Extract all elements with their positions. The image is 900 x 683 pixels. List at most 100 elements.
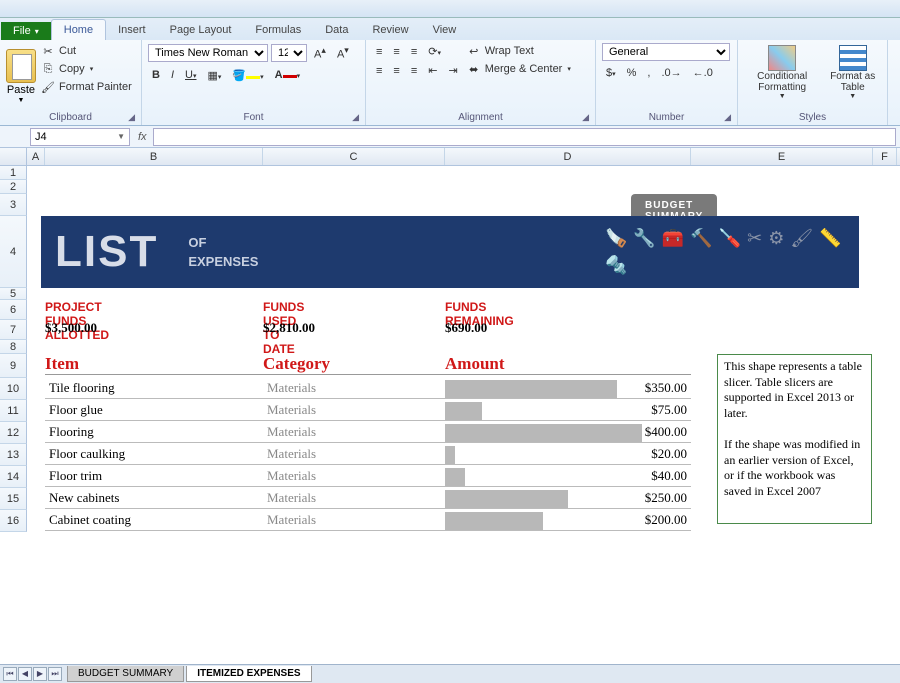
- number-format-select[interactable]: General: [602, 43, 730, 61]
- align-middle-button[interactable]: ≡: [389, 44, 403, 60]
- align-top-button[interactable]: ≡: [372, 44, 386, 60]
- merge-center-button[interactable]: ⬌Merge & Center▾: [466, 61, 571, 77]
- paste-button[interactable]: Paste ▼: [6, 43, 36, 110]
- percent-button[interactable]: %: [623, 65, 641, 81]
- amount-cell[interactable]: $350.00: [445, 378, 691, 399]
- increase-decimal-button[interactable]: .0→: [657, 65, 685, 81]
- comma-button[interactable]: ,: [643, 65, 654, 81]
- cut-button[interactable]: ✂Cut: [40, 43, 132, 59]
- col-item-header[interactable]: Item: [45, 354, 263, 375]
- col-category-header[interactable]: Category: [263, 354, 445, 375]
- col-header-E[interactable]: E: [691, 148, 873, 165]
- tab-home[interactable]: Home: [51, 19, 106, 40]
- tab-view[interactable]: View: [421, 20, 469, 40]
- col-header-C[interactable]: C: [263, 148, 445, 165]
- decrease-indent-button[interactable]: ⇤: [424, 62, 441, 79]
- name-box[interactable]: J4 ▼: [30, 128, 130, 146]
- italic-button[interactable]: I: [167, 67, 178, 83]
- row-header-3[interactable]: 3: [0, 194, 27, 216]
- prev-sheet-button[interactable]: ◀: [18, 667, 32, 681]
- bold-button[interactable]: B: [148, 67, 164, 83]
- row-header-9[interactable]: 9: [0, 354, 27, 378]
- category-cell[interactable]: Materials: [263, 510, 445, 531]
- amount-cell[interactable]: $20.00: [445, 444, 691, 465]
- category-cell[interactable]: Materials: [263, 488, 445, 509]
- category-cell[interactable]: Materials: [263, 466, 445, 487]
- conditional-formatting-button[interactable]: Conditional Formatting ▼: [744, 43, 820, 110]
- row-header-16[interactable]: 16: [0, 510, 27, 532]
- orientation-button[interactable]: ⟳▾: [424, 43, 445, 60]
- category-cell[interactable]: Materials: [263, 400, 445, 421]
- format-painter-button[interactable]: 🖌Format Painter: [40, 79, 132, 95]
- first-sheet-button[interactable]: ⏮: [3, 667, 17, 681]
- font-size-select[interactable]: 12: [271, 44, 307, 62]
- amount-cell[interactable]: $250.00: [445, 488, 691, 509]
- fx-icon[interactable]: fx: [132, 131, 153, 143]
- chevron-down-icon[interactable]: ▼: [117, 132, 125, 141]
- category-cell[interactable]: Materials: [263, 378, 445, 399]
- tab-review[interactable]: Review: [360, 20, 420, 40]
- item-cell[interactable]: Flooring: [45, 422, 263, 443]
- row-header-10[interactable]: 10: [0, 378, 27, 400]
- row-header-15[interactable]: 15: [0, 488, 27, 510]
- align-bottom-button[interactable]: ≡: [407, 44, 421, 60]
- fill-color-button[interactable]: 🪣▾: [228, 67, 267, 84]
- worksheet-grid[interactable]: ABCDEF 12345678910111213141516 BUDGET SU…: [0, 148, 900, 664]
- tab-data[interactable]: Data: [313, 20, 360, 40]
- item-cell[interactable]: New cabinets: [45, 488, 263, 509]
- item-cell[interactable]: Floor caulking: [45, 444, 263, 465]
- tab-formulas[interactable]: Formulas: [243, 20, 313, 40]
- col-header-B[interactable]: B: [45, 148, 263, 165]
- row-header-5[interactable]: 5: [0, 288, 27, 300]
- item-cell[interactable]: Tile flooring: [45, 378, 263, 399]
- increase-font-button[interactable]: A▴: [310, 43, 330, 63]
- increase-indent-button[interactable]: ⇥: [444, 62, 461, 79]
- wrap-text-button[interactable]: ↩Wrap Text: [466, 43, 571, 59]
- accounting-button[interactable]: $▾: [602, 65, 620, 81]
- decrease-decimal-button[interactable]: ←.0: [689, 65, 717, 81]
- row-header-11[interactable]: 11: [0, 400, 27, 422]
- file-tab[interactable]: File ▾: [1, 22, 51, 40]
- select-all-corner[interactable]: [0, 148, 27, 165]
- copy-button[interactable]: ⎘Copy▾: [40, 61, 132, 77]
- dialog-launcher-icon[interactable]: ◢: [128, 112, 135, 123]
- formula-input[interactable]: [153, 128, 896, 146]
- amount-cell[interactable]: $200.00: [445, 510, 691, 531]
- col-header-D[interactable]: D: [445, 148, 691, 165]
- amount-cell[interactable]: $75.00: [445, 400, 691, 421]
- align-center-button[interactable]: ≡: [389, 63, 403, 79]
- row-header-4[interactable]: 4: [0, 216, 27, 288]
- category-cell[interactable]: Materials: [263, 422, 445, 443]
- col-amount-header[interactable]: Amount: [445, 354, 691, 375]
- row-header-13[interactable]: 13: [0, 444, 27, 466]
- font-name-select[interactable]: Times New Roman: [148, 44, 268, 62]
- align-right-button[interactable]: ≡: [407, 63, 421, 79]
- sheet-tab-budget-summary[interactable]: BUDGET SUMMARY: [67, 666, 184, 682]
- row-header-7[interactable]: 7: [0, 320, 27, 340]
- col-header-F[interactable]: F: [873, 148, 897, 165]
- font-color-button[interactable]: A▾: [271, 67, 304, 83]
- row-header-1[interactable]: 1: [0, 166, 27, 180]
- tab-page-layout[interactable]: Page Layout: [158, 20, 244, 40]
- row-header-6[interactable]: 6: [0, 300, 27, 320]
- row-header-12[interactable]: 12: [0, 422, 27, 444]
- item-cell[interactable]: Floor trim: [45, 466, 263, 487]
- align-left-button[interactable]: ≡: [372, 63, 386, 79]
- row-header-14[interactable]: 14: [0, 466, 27, 488]
- last-sheet-button[interactable]: ⏭: [48, 667, 62, 681]
- col-header-A[interactable]: A: [27, 148, 45, 165]
- decrease-font-button[interactable]: A▾: [333, 43, 353, 63]
- tab-insert[interactable]: Insert: [106, 20, 158, 40]
- amount-cell[interactable]: $40.00: [445, 466, 691, 487]
- item-cell[interactable]: Floor glue: [45, 400, 263, 421]
- dialog-launcher-icon[interactable]: ◢: [582, 112, 589, 123]
- row-header-2[interactable]: 2: [0, 180, 27, 194]
- sheet-tab-itemized-expenses[interactable]: ITEMIZED EXPENSES: [186, 666, 311, 682]
- next-sheet-button[interactable]: ▶: [33, 667, 47, 681]
- row-header-8[interactable]: 8: [0, 340, 27, 354]
- dialog-launcher-icon[interactable]: ◢: [724, 112, 731, 123]
- dialog-launcher-icon[interactable]: ◢: [352, 112, 359, 123]
- item-cell[interactable]: Cabinet coating: [45, 510, 263, 531]
- underline-button[interactable]: U▾: [181, 67, 200, 83]
- format-as-table-button[interactable]: Format as Table ▼: [824, 43, 881, 110]
